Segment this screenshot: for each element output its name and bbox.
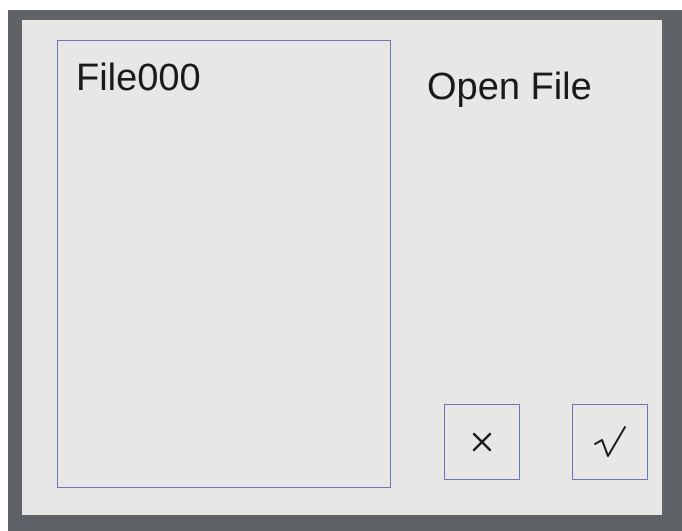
file-list-item[interactable]: File000 xyxy=(76,59,201,97)
dialog-title: Open File xyxy=(427,66,592,108)
confirm-button[interactable] xyxy=(572,404,648,480)
cancel-button[interactable] xyxy=(444,404,520,480)
open-file-dialog: File000 Open File xyxy=(22,20,662,515)
close-icon xyxy=(472,432,492,452)
file-list[interactable]: File000 xyxy=(57,40,391,488)
checkmark-icon xyxy=(594,426,626,457)
